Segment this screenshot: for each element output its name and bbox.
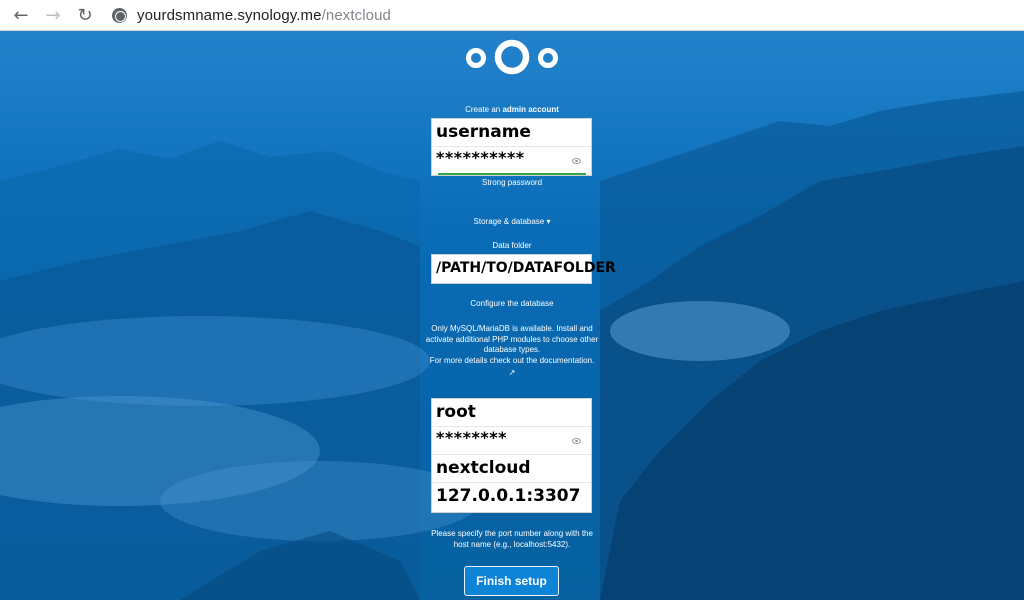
admin-username-field[interactable]: username xyxy=(432,119,591,147)
admin-fields: username ********** xyxy=(431,118,592,176)
database-note: Only MySQL/MariaDB is available. Install… xyxy=(412,324,612,379)
port-hint-line-2: host name (e.g., localhost:5432). xyxy=(453,539,571,549)
url-path: /nextcloud xyxy=(321,6,391,24)
db-name-value: nextcloud xyxy=(436,458,531,478)
url-host: yourdsmname.synology.me xyxy=(137,6,322,24)
data-folder-value: /PATH/TO/DATAFOLDER xyxy=(436,260,616,276)
admin-prefix: Create an xyxy=(465,105,501,114)
external-link-icon[interactable]: ↗ xyxy=(412,368,612,379)
nextcloud-logo-icon xyxy=(466,39,558,75)
finish-setup-button[interactable]: Finish setup xyxy=(464,566,559,596)
admin-password-field[interactable]: ********** xyxy=(432,147,591,175)
port-hint-line-1: Please specify the port number along wit… xyxy=(431,529,593,538)
db-user-value: root xyxy=(436,402,476,422)
storage-database-toggle[interactable]: Storage & database ▾ xyxy=(412,217,612,226)
db-name-field[interactable]: nextcloud xyxy=(432,455,591,483)
database-note-line-3: database types. xyxy=(483,345,541,354)
globe-icon xyxy=(112,7,127,23)
page-background xyxy=(0,31,1024,600)
forward-arrow-icon[interactable]: → xyxy=(40,2,66,28)
data-folder-label: Data folder xyxy=(492,241,532,250)
database-fields: root ******** nextcloud 127.0.0.1:3307 xyxy=(431,398,592,513)
db-host-value: 127.0.0.1:3307 xyxy=(436,486,581,506)
db-password-field[interactable]: ******** xyxy=(432,427,591,455)
show-db-password-icon[interactable] xyxy=(572,438,581,444)
address-bar[interactable]: yourdsmname.synology.me/nextcloud xyxy=(112,7,391,24)
show-password-icon[interactable] xyxy=(572,158,581,164)
admin-password-value: ********** xyxy=(436,148,525,167)
strength-label: Strong password xyxy=(481,178,543,187)
password-strength-bar xyxy=(438,173,586,175)
admin-bold: admin account xyxy=(502,105,559,114)
db-password-value: ******** xyxy=(436,428,507,447)
database-note-line-2: activate additional PHP modules to choos… xyxy=(425,334,599,344)
browser-toolbar: ← → ↻ yourdsmname.synology.me/nextcloud xyxy=(0,0,1024,31)
data-folder-box: /PATH/TO/DATAFOLDER xyxy=(431,254,616,284)
configure-database-label: Configure the database xyxy=(470,299,554,308)
database-note-line-1: Only MySQL/MariaDB is available. Install… xyxy=(431,324,593,333)
url-text[interactable]: yourdsmname.synology.me/nextcloud xyxy=(137,7,391,24)
reload-icon[interactable]: ↻ xyxy=(72,2,98,28)
back-arrow-icon[interactable]: ← xyxy=(8,2,34,28)
admin-account-heading: Create an admin account xyxy=(412,105,612,114)
port-hint: Please specify the port number along wit… xyxy=(412,529,612,550)
db-host-field[interactable]: 127.0.0.1:3307 xyxy=(432,483,591,511)
data-folder-field[interactable]: /PATH/TO/DATAFOLDER xyxy=(432,255,616,283)
mountain-backdrop xyxy=(0,31,1024,600)
documentation-link[interactable]: For more details check out the documenta… xyxy=(412,356,612,367)
admin-username-value: username xyxy=(436,122,531,142)
db-user-field[interactable]: root xyxy=(432,399,591,427)
